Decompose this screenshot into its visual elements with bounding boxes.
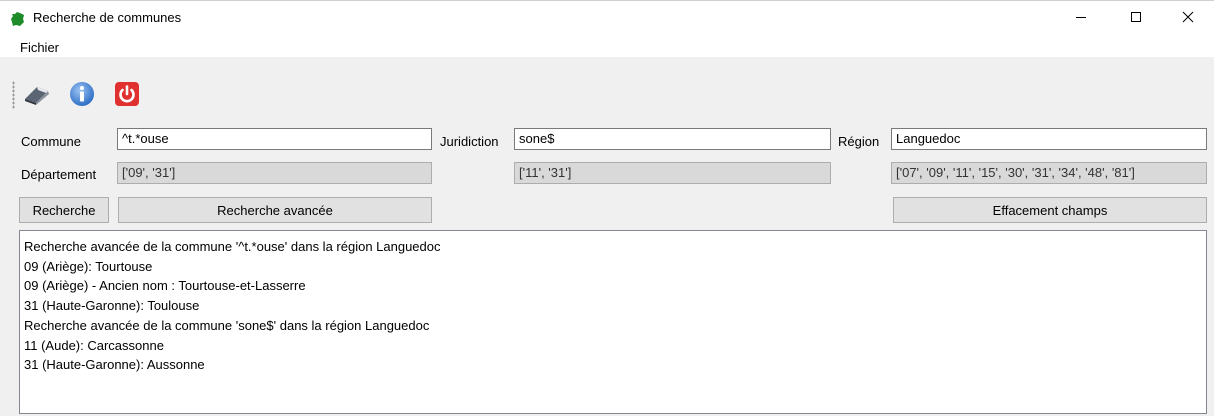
- departement-label: Département: [21, 167, 97, 182]
- departement-juridiction-field: ['11', '31']: [514, 162, 831, 184]
- recherche-button[interactable]: Recherche: [19, 197, 109, 223]
- departement-commune-field: ['09', '31']: [117, 162, 432, 184]
- commune-input[interactable]: ^t.*ouse: [117, 128, 432, 150]
- result-line: 31 (Haute-Garonne): Aussonne: [24, 357, 205, 373]
- results-textarea[interactable]: Recherche avancée de la commune '^t.*ous…: [19, 230, 1207, 414]
- result-line: 31 (Haute-Garonne): Toulouse: [24, 298, 200, 314]
- juridiction-label: Juridiction: [440, 134, 499, 149]
- title-bar: Recherche de communes: [0, 1, 1214, 35]
- maximize-button[interactable]: [1113, 1, 1159, 35]
- result-line: Recherche avancée de la commune 'sone$' …: [24, 317, 430, 333]
- info-button[interactable]: [69, 81, 95, 107]
- recherche-avancee-button[interactable]: Recherche avancée: [118, 197, 432, 223]
- info-icon: [69, 82, 95, 110]
- eraser-icon: [23, 87, 51, 110]
- window-title: Recherche de communes: [33, 10, 182, 25]
- maximize-icon: [1130, 11, 1142, 26]
- effacement-champs-button[interactable]: Effacement champs: [893, 197, 1207, 223]
- close-icon: [1182, 11, 1194, 26]
- region-input[interactable]: Languedoc: [891, 128, 1207, 150]
- region-label: Région: [838, 134, 880, 149]
- menu-fichier[interactable]: Fichier: [20, 40, 59, 55]
- power-button[interactable]: [114, 81, 140, 107]
- toolbar-grip[interactable]: [12, 81, 15, 109]
- france-map-icon: [10, 11, 26, 27]
- close-button[interactable]: [1165, 1, 1211, 35]
- eraser-button[interactable]: [23, 81, 49, 107]
- commune-label: Commune: [21, 134, 81, 149]
- minimize-button[interactable]: [1058, 1, 1104, 35]
- departement-region-field: ['07', '09', '11', '15', '30', '31', '34…: [891, 162, 1207, 184]
- minimize-icon: [1075, 11, 1087, 26]
- toolbar: [0, 73, 1214, 115]
- result-line: Recherche avancée de la commune '^t.*ous…: [24, 239, 441, 254]
- juridiction-input[interactable]: sone$: [514, 128, 831, 150]
- app-window: Recherche de communes Fichier Commune ^t…: [0, 0, 1214, 416]
- result-line: 11 (Aude): Carcassonne: [24, 337, 164, 353]
- power-icon: [114, 82, 140, 110]
- menu-bar: Fichier: [0, 35, 1214, 57]
- result-line: 09 (Ariège) - Ancien nom : Tourtouse-et-…: [24, 278, 306, 294]
- result-line: 09 (Ariège): Tourtouse: [24, 258, 153, 274]
